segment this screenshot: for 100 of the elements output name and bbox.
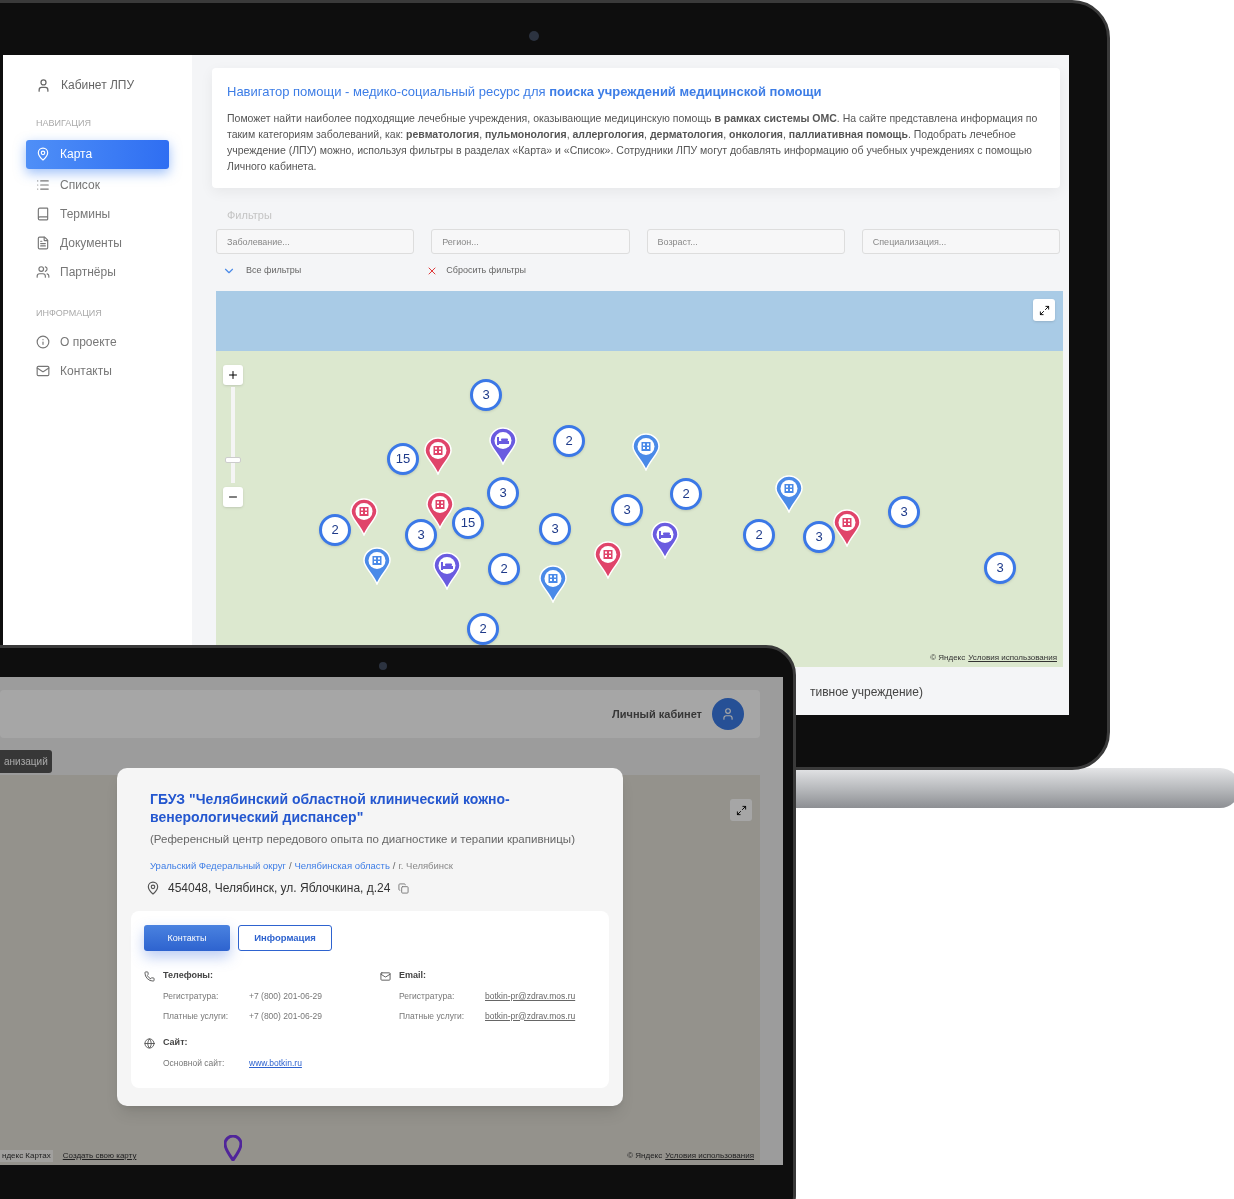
breadcrumb-link[interactable]: Челябинская область [294, 859, 390, 874]
nav-item[interactable]: Контакты [26, 358, 169, 384]
nav-item[interactable]: О проекте [26, 329, 169, 355]
cluster-marker[interactable]: 2 [467, 613, 499, 645]
section-heading: Телефоны: [163, 969, 214, 983]
email-link[interactable]: botkin-pr@zdrav.mos.ru [485, 1009, 576, 1023]
filter-field[interactable]: Возраст... [646, 229, 845, 254]
create-map-link[interactable]: Создать свою карту [62, 1150, 137, 1162]
account-label[interactable]: Личный кабинет [612, 705, 702, 723]
cluster-marker[interactable]: 3 [487, 477, 519, 509]
map-pin-icon[interactable] [424, 437, 452, 475]
cluster-marker[interactable]: 2 [670, 478, 702, 510]
below-map-text: тивное учреждение) [809, 684, 923, 701]
reset-filters-button[interactable]: Сбросить фильтры [426, 264, 527, 278]
email-link[interactable]: botkin-pr@zdrav.mos.ru [485, 989, 576, 1003]
section-heading: Email: [399, 969, 426, 983]
map-attribution: © Яндекс [930, 652, 966, 664]
filter-tag[interactable]: анизаций [0, 750, 52, 773]
user-icon [721, 707, 735, 721]
map-pin-icon[interactable] [489, 427, 517, 465]
contact-label: Основной сайт: [163, 1056, 226, 1070]
phone-number: +7 (800) 201-06-29 [249, 1009, 322, 1023]
nav-icon [36, 335, 50, 349]
filter-field[interactable]: Специализация... [861, 229, 1060, 254]
cluster-marker[interactable]: 3 [405, 519, 437, 551]
map-pin-icon[interactable] [775, 475, 803, 513]
user-icon [36, 77, 51, 93]
zoom-in-button[interactable] [223, 365, 243, 385]
map-pin-icon[interactable] [833, 509, 861, 547]
nav-item[interactable]: Карта [26, 139, 169, 169]
nav-item[interactable]: Список [26, 171, 169, 198]
nav-icon [36, 147, 50, 161]
phone-icon [144, 970, 155, 982]
contact-label: Регистратура: [163, 989, 220, 1003]
map-pin-icon[interactable] [651, 521, 679, 559]
map-pin-icon[interactable] [594, 541, 622, 579]
map-credit: ндекс Картах [0, 1150, 53, 1162]
cluster-marker[interactable]: 3 [470, 379, 502, 411]
nav-icon [36, 177, 50, 192]
filter-field[interactable]: Регион... [431, 229, 630, 254]
cluster-marker[interactable]: 3 [888, 496, 920, 528]
nav-item[interactable]: Партнёры [26, 258, 169, 285]
copy-icon[interactable] [398, 882, 410, 894]
location-pin-icon [146, 881, 160, 896]
terms-link[interactable]: Условия использования [665, 1150, 754, 1162]
mail-icon [380, 970, 391, 982]
account-link[interactable]: Кабинет ЛПУ [26, 75, 169, 95]
cluster-marker[interactable]: 3 [611, 494, 643, 526]
tab[interactable]: Контакты [144, 925, 230, 952]
intro-text: Поможет найти наиболее подходящие лечебные учреждения, оказывающие медицинскую помощь в рамках системы ОМС. На сайте представлена информация по таким категориям заболеваний, как: ревматология, пульмонология, аллергология, дерматология, онкология, паллиативная помощь. Подобрать лечебное учреждение (ЛПУ) можно, используя фильтры в разделах «Карта» и «Список». Сотрудники ЛПУ могут добавлять информацию об учебных учреждениях с помощью Личного кабинета. [227, 110, 1039, 174]
cluster-marker[interactable]: 3 [803, 521, 835, 553]
map-pin-icon[interactable] [433, 552, 461, 590]
plus-icon [227, 369, 239, 381]
contact-label: Платные услуги: [163, 1009, 230, 1023]
expand-icon [1038, 304, 1050, 316]
section-heading: Сайт: [163, 1036, 188, 1050]
breadcrumb-separator: / [288, 859, 292, 873]
filter-field[interactable]: Заболевание... [216, 229, 415, 254]
fullscreen-button[interactable] [730, 799, 752, 821]
all-filters-button[interactable]: Все фильтры [222, 264, 302, 278]
map-pin-icon [224, 1135, 242, 1161]
zoom-slider-thumb[interactable] [225, 457, 241, 464]
nav-icon [36, 364, 50, 378]
site-link[interactable]: www.botkin.ru [249, 1056, 302, 1070]
expand-icon [735, 804, 747, 816]
cluster-marker[interactable]: 2 [319, 514, 351, 546]
camera-icon [529, 31, 539, 41]
fullscreen-button[interactable] [1033, 299, 1055, 321]
nav-item[interactable]: Документы [26, 229, 169, 256]
cluster-marker[interactable]: 2 [553, 425, 585, 457]
section-heading: ИНФОРМАЦИЯ [35, 306, 103, 320]
avatar[interactable] [712, 698, 744, 730]
cluster-marker[interactable]: 15 [387, 443, 419, 475]
popup-title: ГБУЗ "Челябинский областной клинический кожно-венерологический диспансер" [149, 790, 511, 826]
nav-icon [36, 264, 50, 279]
cluster-marker[interactable]: 15 [452, 507, 484, 539]
section-heading: НАВИГАЦИЯ [35, 117, 92, 130]
popup-subtitle: (Референсный центр передового опыта по диагностике и терапии крапивницы) [149, 832, 576, 847]
zoom-out-button[interactable] [223, 487, 243, 507]
map-pin-icon[interactable] [426, 491, 454, 529]
intro-title: Навигатор помощи - медико-социальный ресурс для поиска учреждений медицинской помощи [227, 83, 823, 101]
cluster-marker[interactable]: 2 [743, 519, 775, 551]
map-pin-icon[interactable] [539, 565, 567, 603]
cluster-marker[interactable]: 3 [539, 513, 571, 545]
contact-label: Платные услуги: [399, 1009, 466, 1023]
contact-label: Регистратура: [399, 989, 456, 1003]
nav-item[interactable]: Термины [26, 200, 169, 227]
map-pin-icon[interactable] [632, 433, 660, 471]
zoom-slider[interactable] [225, 387, 241, 483]
map-pin-icon[interactable] [363, 547, 391, 585]
nav-icon [36, 235, 50, 250]
tab[interactable]: Информация [238, 925, 332, 952]
map-pin-icon[interactable] [350, 498, 378, 536]
cluster-marker[interactable]: 3 [984, 552, 1016, 584]
address-text: 454048, Челябинск, ул. Яблочкина, д.24 [168, 880, 391, 898]
cluster-marker[interactable]: 2 [488, 553, 520, 585]
breadcrumb-link[interactable]: Уральский Федеральный округ [150, 859, 286, 874]
nav-icon [36, 206, 50, 221]
breadcrumb-current: г. Челябинск [398, 859, 453, 873]
terms-link[interactable]: Условия использования [968, 652, 1057, 664]
